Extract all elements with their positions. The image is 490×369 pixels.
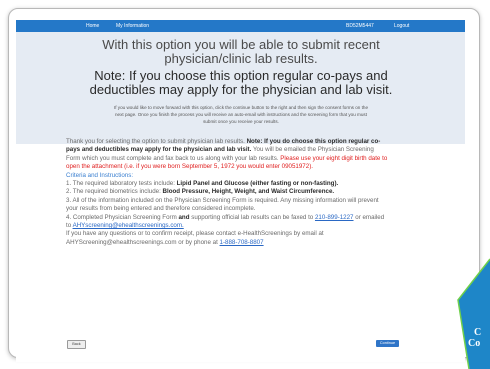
item-4-text-a: 4. Completed Physician Screening Form <box>66 213 177 221</box>
main-content: Thank you for selecting the option to su… <box>66 138 388 247</box>
criteria-heading: Criteria and Instructions: <box>66 171 134 179</box>
item-1-bold: Lipid Panel and Glucose (either fasting … <box>176 180 339 188</box>
contact-paragraph: If you have any questions or to confirm … <box>66 230 388 247</box>
nav-logout-link[interactable]: Logout <box>394 20 409 32</box>
banner-instructions: If you would like to move forward with t… <box>113 105 369 124</box>
continue-button[interactable]: Continue <box>376 340 399 347</box>
screening-email-link[interactable]: AHYscreening@ehealthscreenings.com. <box>73 222 184 229</box>
nav-user-id[interactable]: BD52M5447 <box>346 20 374 32</box>
criteria-item-2: 2. The required biometrics include: Bloo… <box>66 188 388 196</box>
banner-note: Note: If you choose this option regular … <box>89 68 393 97</box>
top-navbar: Home My Information BD52M5447 Logout <box>16 20 465 32</box>
intro-lead: Thank you for selecting the option to su… <box>66 138 245 145</box>
item-4-text-b: supporting official lab results can be f… <box>191 213 314 221</box>
criteria-item-3: 3. All of the information included on th… <box>66 196 379 213</box>
corner-badge-text: C Co <box>468 327 482 349</box>
item-1-text: 1. The required laboratory tests include… <box>66 180 175 188</box>
criteria-item-1: 1. The required laboratory tests include… <box>66 180 388 188</box>
criteria-item-4: 4. Completed Physician Screening Form an… <box>66 214 388 231</box>
corner-text-line-1: C <box>474 327 482 338</box>
contact-email[interactable]: AHYScreening@ehealthscreenings.com <box>66 239 177 246</box>
option-banner: With this option you will be able to sub… <box>16 32 465 144</box>
nav-my-information-link[interactable]: My Information <box>116 20 149 32</box>
fax-number-link[interactable]: 210-899-1227 <box>315 214 354 221</box>
item-2-text: 2. The required biometrics include: <box>66 188 161 196</box>
corner-text-line-2: Co <box>468 338 481 349</box>
contact-text-b: or by phone at <box>178 238 218 246</box>
item-4-and: and <box>178 213 190 221</box>
banner-title: With this option you will be able to sub… <box>102 37 380 66</box>
intro-paragraph: Thank you for selecting the option to su… <box>66 138 388 172</box>
contact-phone-link[interactable]: 1-888-708-8807 <box>220 239 264 246</box>
nav-home-link[interactable]: Home <box>86 20 99 32</box>
contact-text-a: If you have any questions or to confirm … <box>66 230 324 238</box>
item-2-bold: Blood Pressure, Height, Weight, and Wais… <box>162 188 335 196</box>
back-button[interactable]: Back <box>67 340 86 349</box>
